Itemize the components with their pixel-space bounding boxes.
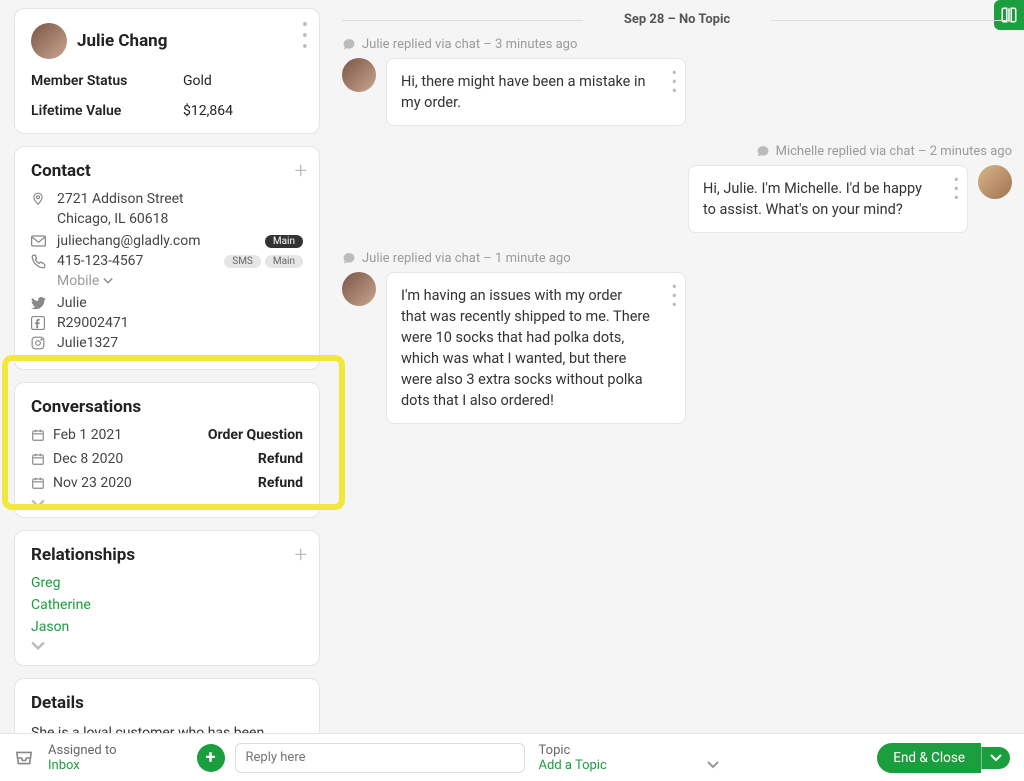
conversation-row[interactable]: Nov 23 2020 Refund xyxy=(31,475,303,491)
contact-instagram[interactable]: Julie1327 xyxy=(31,335,303,351)
contact-facebook[interactable]: R29002471 xyxy=(31,315,303,331)
add-contact-button[interactable]: + xyxy=(295,159,307,184)
phone-icon xyxy=(31,254,47,269)
contact-title: Contact xyxy=(31,161,303,181)
relationship-link[interactable]: Greg xyxy=(31,575,303,591)
expand-relationships-button[interactable] xyxy=(31,641,303,651)
chevron-down-icon xyxy=(707,761,719,769)
calendar-icon xyxy=(31,476,45,490)
add-action-button[interactable]: + xyxy=(197,744,225,772)
add-relationship-button[interactable]: + xyxy=(295,543,307,568)
contact-card: Contact + 2721 Addison Street Chicago, I… xyxy=(14,146,320,370)
message-actions-button[interactable]: ••• xyxy=(672,283,677,309)
twitter-icon xyxy=(31,297,47,310)
message-bubble: Hi, Julie. I'm Michelle. I'd be happy to… xyxy=(688,165,968,233)
facebook-icon xyxy=(31,316,47,330)
conversation-row[interactable]: Dec 8 2020 Refund xyxy=(31,451,303,467)
chevron-down-icon xyxy=(103,277,113,285)
relationships-card: Relationships + Greg Catherine Jason xyxy=(14,530,320,666)
phone-type-selector[interactable]: Mobile xyxy=(57,273,303,289)
customer-name: Julie Chang xyxy=(77,31,167,51)
profile-card: Julie Chang ••• Member Status Gold Lifet… xyxy=(14,8,320,134)
contact-phone-row[interactable]: 415-123-4567 SMS Main xyxy=(31,253,303,269)
reply-input[interactable] xyxy=(235,743,525,773)
sender-avatar xyxy=(342,272,376,306)
conversations-card: Conversations Feb 1 2021 Order Question … xyxy=(14,382,320,518)
conversation-panel: Sep 28 – No Topic Julie replied via chat… xyxy=(330,0,1024,781)
ltv-label: Lifetime Value xyxy=(31,103,121,119)
message-actions-button[interactable]: ••• xyxy=(954,176,959,202)
contact-email-row[interactable]: juliechang@gladly.com Main xyxy=(31,233,303,249)
envelope-icon xyxy=(31,235,47,247)
message-meta: Julie replied via chat – 1 minute ago xyxy=(342,251,1012,266)
message-bubble: I'm having an issues with my order that … xyxy=(386,272,686,424)
conversation-row[interactable]: Feb 1 2021 Order Question xyxy=(31,427,303,443)
conversation-date-header: Sep 28 – No Topic xyxy=(342,12,1012,27)
phone-main-tag: Main xyxy=(265,255,303,268)
message-meta: Michelle replied via chat – 2 minutes ag… xyxy=(342,144,1012,159)
composer-footer: Assigned to Inbox + Topic Add a Topic En… xyxy=(0,733,1024,781)
message-actions-button[interactable]: ••• xyxy=(672,69,677,95)
conversations-title: Conversations xyxy=(31,397,303,417)
relationships-title: Relationships xyxy=(31,545,303,565)
ltv-value: $12,864 xyxy=(183,103,303,119)
sender-avatar xyxy=(978,165,1012,199)
contact-twitter[interactable]: Julie xyxy=(31,295,303,311)
phone-sms-tag: SMS xyxy=(224,255,261,268)
chat-bubble-icon xyxy=(342,252,356,265)
customer-avatar xyxy=(31,23,67,59)
relationship-link[interactable]: Catherine xyxy=(31,597,303,613)
customer-sidebar: Julie Chang ••• Member Status Gold Lifet… xyxy=(0,0,330,781)
profile-menu-button[interactable]: ••• xyxy=(302,21,309,53)
details-title: Details xyxy=(31,693,303,713)
sender-avatar xyxy=(342,58,376,92)
member-status-label: Member Status xyxy=(31,73,127,89)
chat-bubble-icon xyxy=(756,145,770,158)
chat-bubble-icon xyxy=(342,38,356,51)
message-meta: Julie replied via chat – 3 minutes ago xyxy=(342,37,1012,52)
end-close-button[interactable]: End & Close xyxy=(877,743,981,773)
relationship-link[interactable]: Jason xyxy=(31,619,303,635)
expand-conversations-button[interactable] xyxy=(31,499,303,509)
assigned-to[interactable]: Assigned to Inbox xyxy=(48,743,117,773)
location-pin-icon xyxy=(31,191,47,207)
topic-selector[interactable]: Topic Add a Topic xyxy=(539,743,719,773)
calendar-icon xyxy=(31,428,45,442)
email-main-tag: Main xyxy=(265,235,303,248)
end-close-dropdown[interactable] xyxy=(981,747,1010,769)
inbox-icon xyxy=(14,750,34,766)
member-status-value: Gold xyxy=(183,73,303,89)
calendar-icon xyxy=(31,452,45,466)
message-bubble: Hi, there might have been a mistake in m… xyxy=(386,58,686,126)
instagram-icon xyxy=(31,336,47,350)
contact-address[interactable]: 2721 Addison Street xyxy=(31,191,303,207)
